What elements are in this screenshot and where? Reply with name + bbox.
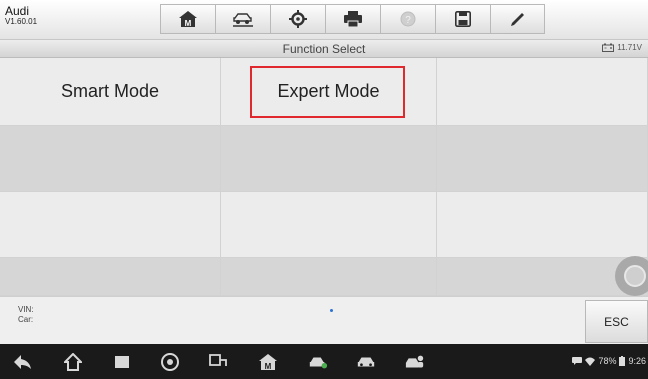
house-icon xyxy=(64,353,82,371)
function-expert-mode[interactable]: Expert Mode xyxy=(221,58,437,126)
save-button[interactable] xyxy=(435,4,490,34)
maxisys-home-icon: M xyxy=(259,354,277,371)
recent-apps-button[interactable] xyxy=(112,352,132,372)
vehicle-make: Audi xyxy=(5,4,30,18)
back-arrow-icon xyxy=(14,355,31,369)
home-icon: M xyxy=(179,11,197,28)
function-grid: Smart Mode Expert Mode xyxy=(0,58,648,296)
browser-button[interactable] xyxy=(160,352,180,372)
battery-voltage: 11.71V xyxy=(602,43,642,52)
function-empty-cell xyxy=(437,192,648,258)
android-nav-bar: M 78% 9:26 xyxy=(0,344,648,379)
function-empty-cell xyxy=(221,258,437,296)
top-toolbar: Audi V1.60.01 M ? xyxy=(0,0,648,40)
chrome-icon xyxy=(161,353,179,371)
vehicle-button[interactable] xyxy=(356,352,376,372)
vehicle-info-bar: VIN: Car: ESC xyxy=(0,296,648,344)
assistive-circle-icon xyxy=(624,265,646,287)
svg-text:?: ? xyxy=(405,15,411,26)
vci-connect-button[interactable] xyxy=(208,352,228,372)
android-status-area: 78% 9:26 xyxy=(572,356,646,366)
print-button[interactable] xyxy=(325,4,380,34)
function-label: Smart Mode xyxy=(60,81,160,101)
battery-percent: 78% xyxy=(598,356,617,366)
car-person-icon xyxy=(405,355,424,368)
message-icon xyxy=(572,357,583,365)
print-icon xyxy=(344,11,362,27)
battery-icon xyxy=(619,356,626,366)
car-green-icon xyxy=(309,357,328,369)
esc-button[interactable]: ESC xyxy=(585,300,648,343)
car-label: Car: xyxy=(18,315,34,324)
function-empty-cell xyxy=(221,126,437,192)
vehicle-swap-button[interactable] xyxy=(215,4,270,34)
save-icon xyxy=(455,11,471,27)
function-empty-cell xyxy=(437,126,648,192)
function-empty-cell xyxy=(0,192,221,258)
vehicle-diagnostic-button[interactable] xyxy=(308,352,328,372)
function-label: Expert Mode xyxy=(277,81,380,101)
battery-voltage-value: 11.71V xyxy=(617,43,642,52)
function-empty-cell xyxy=(0,258,221,296)
page-title: Function Select xyxy=(282,42,366,56)
back-button[interactable] xyxy=(12,352,32,372)
recent-apps-icon xyxy=(115,356,129,368)
function-empty-cell xyxy=(0,126,221,192)
toolbar-buttons: M ? xyxy=(160,4,545,34)
pen-icon xyxy=(510,13,524,26)
maxisys-home-button[interactable]: M xyxy=(258,352,278,372)
wifi-icon xyxy=(585,357,596,366)
floating-assistive-button[interactable] xyxy=(615,256,648,296)
vci-connector-icon xyxy=(209,354,227,366)
function-smart-mode[interactable]: Smart Mode xyxy=(0,58,221,126)
svg-text:M: M xyxy=(185,19,192,28)
page-indicator-dot xyxy=(330,309,333,312)
title-bar: Function Select 11.71V xyxy=(0,40,648,58)
svg-text:M: M xyxy=(265,362,272,371)
settings-gear-icon xyxy=(289,10,307,28)
help-icon: ? xyxy=(400,11,416,27)
home-button[interactable]: M xyxy=(160,4,215,34)
edit-button[interactable] xyxy=(490,4,545,34)
help-button[interactable]: ? xyxy=(380,4,435,34)
home-nav-button[interactable] xyxy=(63,352,83,372)
vehicle-info: Audi V1.60.01 xyxy=(5,5,37,26)
settings-button[interactable] xyxy=(270,4,325,34)
vin-label: VIN: xyxy=(18,305,34,314)
function-empty-cell xyxy=(437,58,648,126)
software-version: V1.60.01 xyxy=(5,16,38,26)
clock-time: 9:26 xyxy=(628,356,646,366)
car-icon xyxy=(357,357,375,367)
function-empty-cell xyxy=(221,192,437,258)
remote-expert-button[interactable] xyxy=(405,352,425,372)
vehicle-lift-icon xyxy=(233,13,253,27)
car-battery-icon xyxy=(602,43,615,52)
